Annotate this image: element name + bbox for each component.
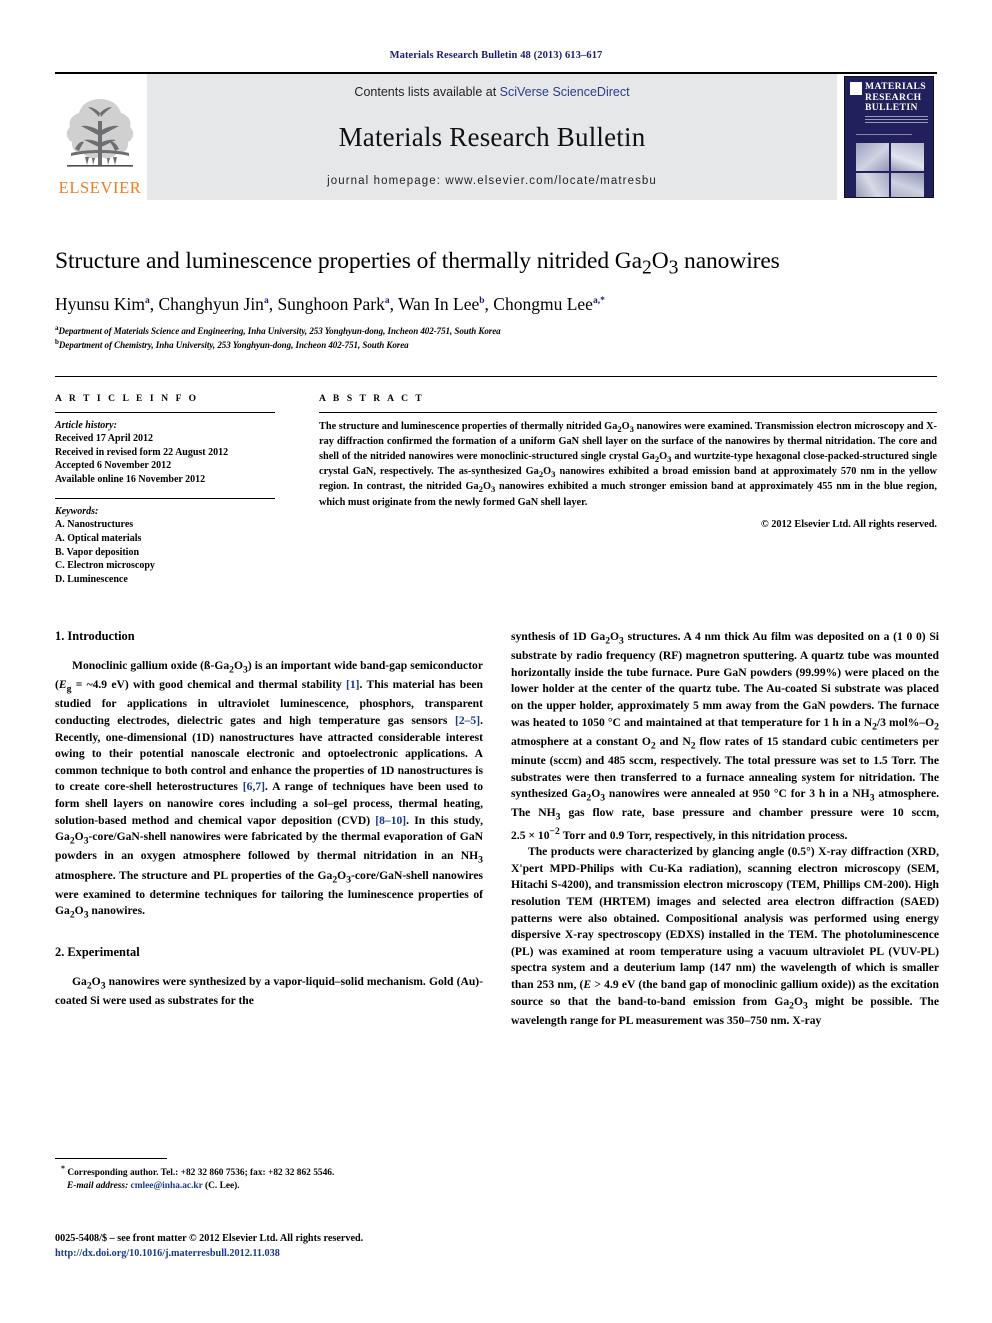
keyword-item: D. Luminescence (55, 574, 128, 586)
abstract-text: The structure and luminescence propertie… (319, 420, 938, 508)
author-affil-mark: a (144, 296, 150, 307)
author-name[interactable]: Changhyun Jin (158, 294, 264, 314)
cover-caption-texture (856, 134, 913, 138)
page-title: Structure and luminescence properties of… (55, 248, 937, 280)
imprint-block: 0025-5408/$ – see front matter © 2012 El… (55, 1232, 515, 1262)
author-name[interactable]: Wan In Lee (398, 294, 479, 314)
divider (319, 411, 937, 413)
cover-publisher-badge (850, 82, 862, 95)
keywords-label: Keywords: (55, 505, 99, 517)
author-affil-mark: a (263, 296, 269, 307)
running-head: Materials Research Bulletin 48 (2013) 61… (389, 50, 603, 61)
elsevier-wordmark: ELSEVIER (58, 177, 142, 197)
elsevier-logo: ELSEVIER (55, 74, 145, 200)
citation-ref[interactable]: [8–10] (375, 814, 406, 827)
divider (55, 497, 275, 499)
elsevier-tree-icon (66, 98, 134, 167)
affiliation-text: Department of Chemistry, Inha University… (58, 339, 409, 350)
cover-title-line-3: BULLETIN (865, 102, 918, 114)
article-info-heading: A R T I C L E I N F O (55, 393, 199, 404)
email-suffix: (C. Lee). (202, 1181, 240, 1192)
divider (55, 411, 275, 413)
sciencedirect-link[interactable]: SciVerse ScienceDirect (500, 85, 630, 99)
right-column: synthesis of 1D Ga2O3 structures. A 4 nm… (511, 629, 939, 1030)
footnote-divider (55, 1158, 167, 1159)
cover-subtitle-texture (865, 116, 928, 124)
author-name[interactable]: Sunghoon Park (277, 294, 384, 314)
title-sub-2: 3 (668, 257, 679, 279)
masthead-center-band: Contents lists available at SciVerse Sci… (147, 74, 837, 200)
doi-link[interactable]: http://dx.doi.org/10.1016/j.materresbull… (55, 1247, 515, 1262)
keyword-item: A. Nanostructures (55, 518, 134, 530)
keyword-item: B. Vapor deposition (55, 546, 140, 558)
contents-prefix: Contents lists available at (354, 85, 500, 99)
journal-title: Materials Research Bulletin (338, 121, 646, 152)
intro-paragraph: Monoclinic gallium oxide (ß-Ga2O3) is an… (55, 658, 483, 921)
email-label: E-mail address: (67, 1181, 129, 1192)
citation-ref[interactable]: [6,7] (243, 780, 265, 793)
history-item: Available online 16 November 2012 (55, 474, 206, 486)
affiliation-text: Department of Materials Science and Engi… (58, 326, 501, 337)
footnote-block: * Corresponding author. Tel.: +82 32 860… (55, 1158, 483, 1194)
corresponding-author-text: Corresponding author. Tel.: +82 32 860 7… (67, 1168, 335, 1179)
section-heading-introduction: 1. Introduction (55, 628, 135, 643)
author-affil-mark: b (479, 296, 485, 307)
info-abstract-block: A R T I C L E I N F O Article history: R… (55, 375, 937, 587)
history-item: Received in revised form 22 August 2012 (55, 446, 229, 458)
abstract-copyright: © 2012 Elsevier Ltd. All rights reserved… (760, 519, 937, 531)
citation-ref[interactable]: [1] (346, 678, 360, 691)
section-heading-experimental: 2. Experimental (55, 944, 140, 959)
abstract-column: A B S T R A C T The structure and lumine… (297, 394, 937, 587)
title-sub-1: 2 (641, 257, 652, 279)
affiliation-line: bDepartment of Chemistry, Inha Universit… (55, 338, 937, 352)
experimental-paragraph-right-1: synthesis of 1D Ga2O3 structures. A 4 nm… (511, 629, 940, 842)
cover-title: MATERIALS RESEARCH BULLETIN (865, 81, 928, 114)
experimental-paragraph-right-2: The products were characterized by glanc… (511, 845, 939, 1027)
article-history-label: Article history: (55, 419, 117, 431)
email-link[interactable]: cmlee@inha.ac.kr (131, 1181, 203, 1191)
author-affil-mark: a (384, 296, 390, 307)
cover-image: MATERIALS RESEARCH BULLETIN (844, 76, 934, 198)
contents-available-line: Contents lists available at SciVerse Sci… (354, 85, 629, 99)
title-part-pre: Structure and luminescence properties of… (55, 248, 642, 274)
title-block: Structure and luminescence properties of… (55, 248, 937, 352)
keyword-item: A. Optical materials (55, 532, 142, 544)
history-item: Received 17 April 2012 (55, 432, 154, 444)
article-page: Materials Research Bulletin 48 (2013) 61… (0, 0, 992, 1323)
experimental-paragraph-left: Ga2O3 nanowires were synthesized by a va… (55, 974, 483, 1007)
author-name[interactable]: Hyunsu Kim (55, 294, 145, 314)
cover-micrograph-1 (856, 143, 889, 172)
footnote-marker: * (61, 1164, 65, 1173)
journal-cover-thumbnail: MATERIALS RESEARCH BULLETIN (841, 74, 937, 200)
email-note: E-mail address: cmlee@inha.ac.kr (C. Lee… (55, 1180, 483, 1193)
keyword-item: C. Electron microscopy (55, 560, 155, 572)
affiliation-line: aDepartment of Materials Science and Eng… (55, 324, 937, 338)
journal-homepage-line[interactable]: journal homepage: www.elsevier.com/locat… (327, 175, 657, 187)
corresponding-author-note: * Corresponding author. Tel.: +82 32 860… (55, 1163, 483, 1180)
body-columns: 1. Introduction Monoclinic gallium oxide… (55, 629, 939, 1030)
title-part-mid: O (651, 248, 669, 274)
history-item: Accepted 6 November 2012 (55, 460, 172, 472)
issn-copyright-line: 0025-5408/$ – see front matter © 2012 El… (55, 1233, 364, 1244)
cover-micrograph-grid (856, 143, 924, 197)
left-column: 1. Introduction Monoclinic gallium oxide… (55, 629, 483, 1030)
journal-masthead: ELSEVIER Contents lists available at Sci… (55, 72, 937, 200)
cover-micrograph-2 (891, 143, 924, 172)
cover-micrograph-4 (891, 173, 924, 197)
author-affil-mark: a,* (592, 296, 605, 307)
article-info-column: A R T I C L E I N F O Article history: R… (55, 394, 297, 587)
cover-micrograph-3 (856, 173, 889, 197)
author-list: Hyunsu Kima, Changhyun Jina, Sunghoon Pa… (55, 294, 605, 315)
title-part-post: nanowires (678, 248, 780, 274)
abstract-heading: A B S T R A C T (319, 393, 425, 404)
citation-ref[interactable]: [2–5] (455, 714, 480, 727)
author-name[interactable]: Chongmu Lee (493, 294, 593, 314)
